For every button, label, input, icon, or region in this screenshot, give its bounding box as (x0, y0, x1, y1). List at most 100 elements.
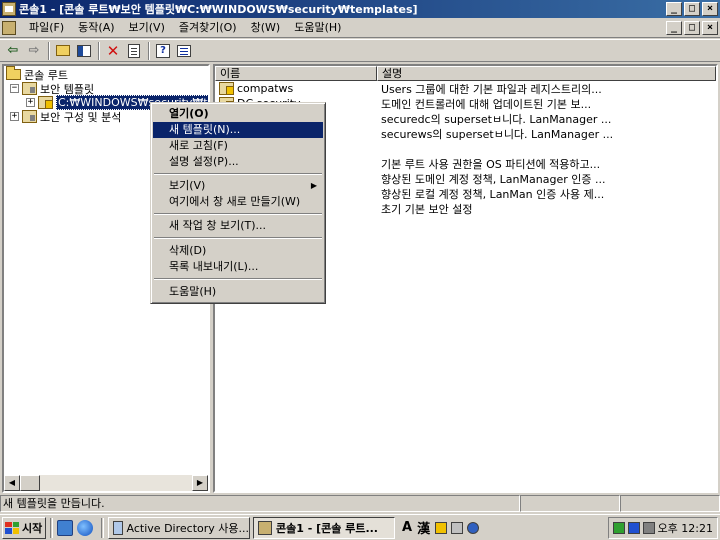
status-bar: 새 템플릿을 만듭니다. (0, 495, 720, 513)
menu-view[interactable]: 보기(V) (122, 19, 172, 37)
menu-item-export-list[interactable]: 목록 내보내기(L)... (153, 259, 323, 275)
mmc-console-icon[interactable] (2, 2, 16, 16)
task-console1[interactable]: 콘솔1 - [콘솔 루트... (253, 516, 395, 539)
delete-button[interactable]: ✕ (103, 42, 123, 60)
menu-item-new-template[interactable]: 새 템플릿(N)... (153, 122, 323, 138)
list-item-description: securedc의 supersetㅂ니다. LanManager ... (381, 112, 612, 126)
menu-item-view[interactable]: 보기(V) ▶ (153, 178, 323, 194)
up-one-level-button[interactable] (53, 42, 73, 60)
tree-item-security-config[interactable]: + 보안 구성 및 분석 (10, 109, 121, 124)
menu-separator (154, 237, 322, 239)
menu-separator (154, 173, 322, 175)
ime-hanja-toggle[interactable]: 漢 (417, 518, 430, 537)
menu-item-set-description[interactable]: 설명 설정(P)... (153, 154, 323, 170)
list-item-name: compatws (219, 82, 293, 95)
forward-button[interactable]: ⇨ (24, 42, 44, 60)
scroll-right-button[interactable]: ▶ (192, 475, 208, 491)
ime-mode-toggle[interactable]: A (402, 520, 412, 535)
child-minimize-button[interactable]: _ (666, 21, 682, 35)
list-item-description: 기본 루트 사용 권한을 OS 파티션에 적용하고... (381, 157, 601, 171)
list-item-description: 초기 기본 보안 설정 (381, 202, 473, 216)
security-shield-icon[interactable] (612, 522, 625, 534)
task-label: Active Directory 사용... (126, 521, 249, 535)
expand-toggle[interactable]: + (10, 112, 19, 121)
menu-help[interactable]: 도움말(H) (287, 19, 348, 37)
scroll-left-button[interactable]: ◀ (4, 475, 20, 491)
tree-item-label: 보안 구성 및 분석 (40, 110, 122, 124)
column-header-name[interactable]: 이름 (215, 66, 377, 81)
internet-explorer-icon[interactable] (77, 519, 93, 536)
title-bar[interactable]: 콘솔1 - [콘솔 루트₩보안 템플릿₩C:₩WINDOWS₩security₩… (0, 0, 720, 18)
security-templates-icon (22, 82, 37, 95)
list-item-description: 도메인 컨트롤러에 대해 업데이트된 기본 보... (381, 97, 592, 111)
child-close-button[interactable]: × (702, 21, 718, 35)
template-icon (219, 82, 234, 95)
show-desktop-icon[interactable] (57, 519, 73, 536)
collapse-toggle[interactable]: − (10, 84, 19, 93)
delete-icon: ✕ (106, 41, 120, 60)
folder-icon (6, 66, 21, 80)
column-header-description[interactable]: 설명 (377, 66, 716, 81)
template-folder-icon (38, 96, 53, 109)
speaker-icon[interactable] (642, 522, 655, 534)
export-list-icon (177, 44, 191, 57)
task-active-directory[interactable]: Active Directory 사용... (108, 516, 250, 539)
task-label: 콘솔1 - [콘솔 루트... (276, 521, 378, 535)
menu-item-new-window-from-here[interactable]: 여기에서 창 새로 만들기(W) (153, 194, 323, 210)
clock[interactable]: 오후 12:21 (658, 520, 713, 536)
menu-separator (154, 278, 322, 280)
maximize-button[interactable]: □ (684, 2, 700, 16)
show-hide-tree-button[interactable] (74, 42, 94, 60)
ime-options-icon[interactable] (451, 521, 464, 534)
ime-help-icon[interactable] (467, 521, 480, 534)
expand-toggle[interactable]: + (26, 98, 35, 107)
up-folder-icon (56, 45, 70, 56)
menu-item-refresh[interactable]: 새로 고침(F) (153, 138, 323, 154)
security-config-icon (22, 110, 37, 123)
tree-item-security-templates[interactable]: − 보안 템플릿 (10, 81, 94, 96)
tree-horizontal-scrollbar[interactable]: ◀ ▶ (4, 475, 208, 491)
list-header: 이름 설명 (215, 66, 716, 81)
menu-bar: 파일(F) 동작(A) 보기(V) 즐겨찾기(O) 창(W) 도움말(H) _ … (0, 18, 720, 38)
help-button[interactable]: ? (153, 42, 173, 60)
properties-button[interactable] (124, 42, 144, 60)
child-window-icon[interactable] (2, 20, 16, 35)
menu-file[interactable]: 파일(F) (22, 19, 71, 37)
start-label: 시작 (22, 521, 43, 535)
export-list-button[interactable] (174, 42, 194, 60)
window-controls: _ □ × (666, 2, 718, 16)
list-item-description: 향상된 로컬 계정 정책, LanMan 인증 사용 제... (381, 187, 605, 201)
toolbar: ⇦ ⇨ ✕ ? (0, 39, 720, 62)
list-item-description: securews의 supersetㅂ니다. LanManager ... (381, 127, 614, 141)
menu-item-view-label: 보기(V) (169, 179, 206, 192)
list-item[interactable]: compatws Users 그룹에 대한 기본 파일과 레지스트리의... (215, 81, 716, 96)
menu-action[interactable]: 동작(A) (71, 19, 121, 37)
menu-window[interactable]: 창(W) (244, 19, 288, 37)
network-icon[interactable] (627, 522, 640, 534)
start-button[interactable]: 시작 (2, 516, 46, 539)
minimize-button[interactable]: _ (666, 2, 682, 16)
ime-toolbar: A 漢 (402, 518, 480, 537)
child-restore-button[interactable]: □ (684, 21, 700, 35)
mmc-console-icon (258, 520, 272, 535)
list-item-description: 향상된 도메인 계정 정책, LanManager 인증 ... (381, 172, 606, 186)
menu-item-delete[interactable]: 삭제(D) (153, 243, 323, 259)
windows-logo-icon (5, 521, 19, 534)
help-icon: ? (156, 43, 170, 58)
menu-item-new-taskpad-view[interactable]: 새 작업 창 보기(T)... (153, 218, 323, 234)
toolbar-separator (48, 41, 50, 60)
menu-item-help[interactable]: 도움말(H) (153, 284, 323, 300)
menu-item-open[interactable]: 열기(O) (153, 106, 323, 122)
scroll-thumb[interactable] (20, 475, 40, 491)
taskbar: 시작 Active Directory 사용... 콘솔1 - [콘솔 루트..… (0, 514, 720, 540)
menu-favorites[interactable]: 즐겨찾기(O) (172, 19, 244, 37)
list-item-name-text: compatws (237, 82, 294, 95)
close-button[interactable]: × (702, 2, 718, 16)
list-item-description: Users 그룹에 대한 기본 파일과 레지스트리의... (381, 82, 602, 96)
submenu-arrow-icon: ▶ (310, 181, 317, 190)
quicklaunch-separator (50, 517, 53, 538)
toolbar-separator (148, 41, 150, 60)
back-button[interactable]: ⇦ (3, 42, 23, 60)
scroll-track[interactable] (40, 475, 192, 491)
ime-pad-icon[interactable] (435, 521, 448, 534)
